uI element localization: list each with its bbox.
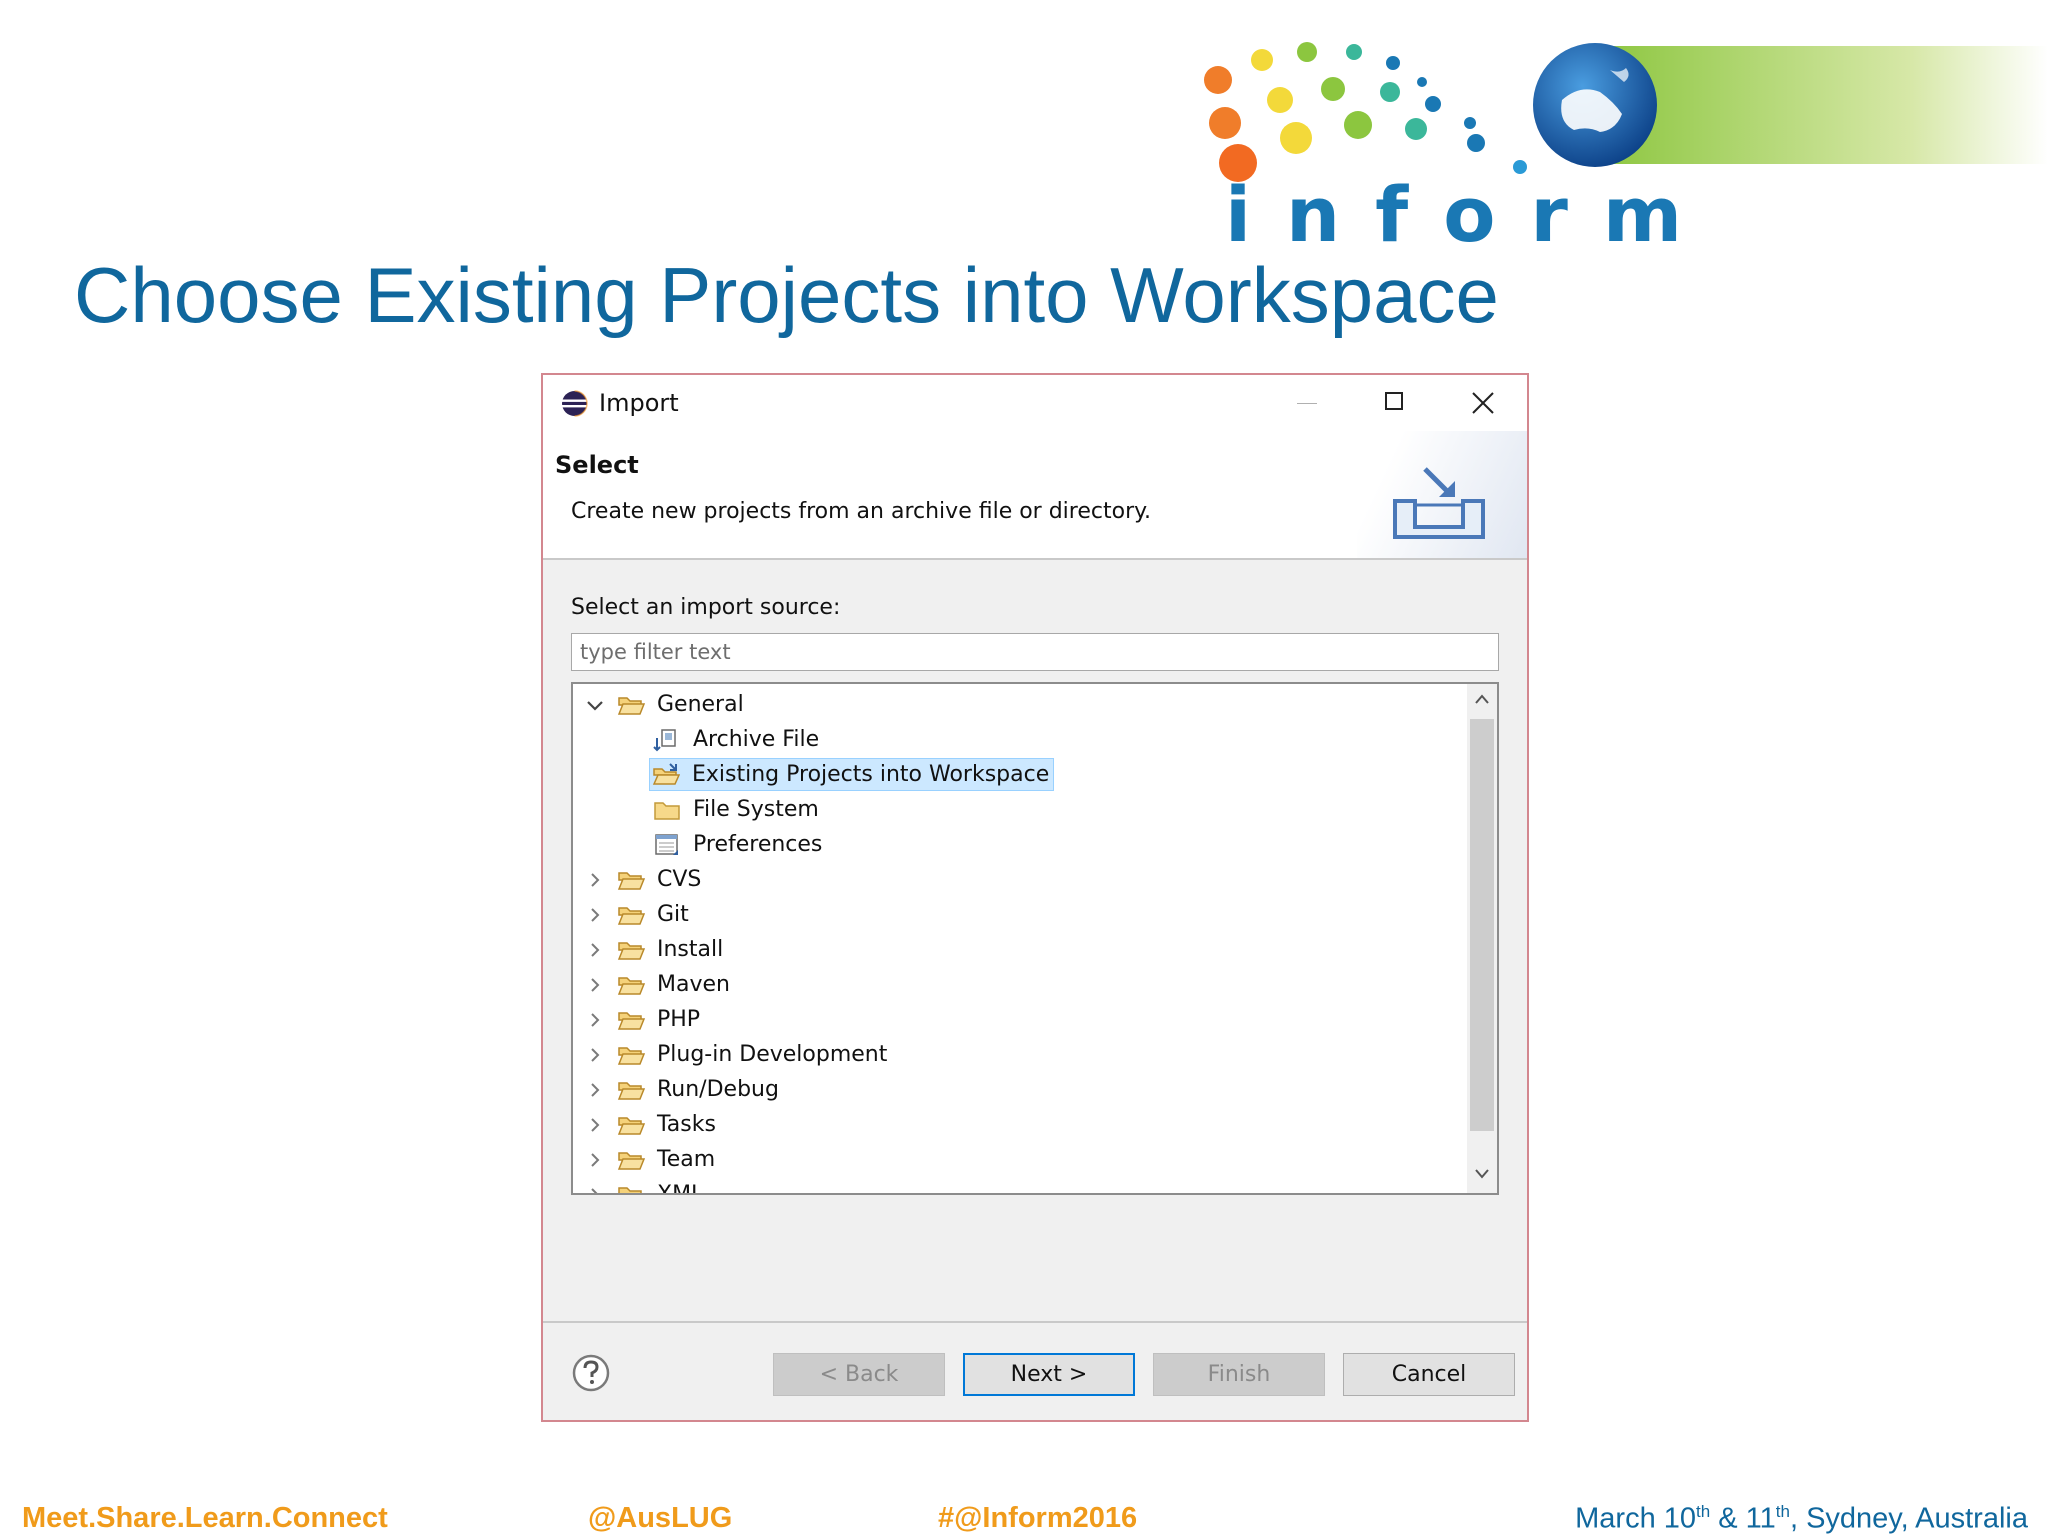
tree-item-cvs[interactable]: CVS <box>573 862 1463 897</box>
import-source-label: Select an import source: <box>571 595 841 620</box>
folder-open-icon <box>617 696 645 715</box>
tree-item-label: Install <box>657 937 724 962</box>
footer-handle: @AusLUG <box>588 1502 733 1534</box>
tree-item-label: Archive File <box>693 727 820 752</box>
chevron-right-icon[interactable] <box>585 1150 605 1170</box>
folder-open-icon <box>617 1046 645 1065</box>
tree-item-label: Tasks <box>657 1112 716 1137</box>
import-dialog: Import Select Create new projects from a… <box>541 373 1529 1422</box>
chevron-right-icon[interactable] <box>585 870 605 890</box>
scroll-thumb[interactable] <box>1470 719 1494 1131</box>
dialog-footer-separator <box>543 1321 1527 1323</box>
tree-item-label: Maven <box>657 972 730 997</box>
scroll-down-button[interactable] <box>1467 1159 1497 1193</box>
import-source-tree[interactable]: General Archive File Existing Projects int… <box>571 682 1499 1195</box>
tree-item-git[interactable]: Git <box>573 897 1463 932</box>
maximize-button[interactable] <box>1351 375 1439 431</box>
slide-title: Choose Existing Projects into Workspace <box>74 251 1499 339</box>
folder-open-icon <box>617 871 645 890</box>
chevron-up-icon <box>1475 694 1489 704</box>
folder-icon <box>654 801 680 820</box>
cancel-button[interactable]: Cancel <box>1343 1353 1515 1396</box>
chevron-right-icon[interactable] <box>585 905 605 925</box>
event-date-b: & 11 <box>1710 1502 1776 1535</box>
folder-open-icon <box>617 906 645 925</box>
tree-item-label: CVS <box>657 867 702 892</box>
event-date-a-suffix: th <box>1696 1502 1711 1521</box>
tree-item-archive-file[interactable]: Archive File <box>573 722 1463 757</box>
event-date-b-suffix: th <box>1775 1502 1790 1521</box>
tree-item-existing-projects-into-workspace[interactable]: Existing Projects into Workspace <box>573 757 1463 792</box>
tree-item-label: General <box>657 692 744 717</box>
chevron-right-icon[interactable] <box>585 1045 605 1065</box>
tree-item-label: Team <box>657 1147 716 1172</box>
dialog-banner: Select Create new projects from an archi… <box>543 431 1527 560</box>
preferences-icon <box>655 833 678 855</box>
tree-item-label: Run/Debug <box>657 1077 779 1102</box>
footer-tagline: Meet.Share.Learn.Connect <box>22 1502 388 1534</box>
tree-item-team[interactable]: Team <box>573 1142 1463 1177</box>
import-wizard-icon <box>1393 467 1485 539</box>
scroll-up-button[interactable] <box>1467 684 1497 718</box>
tree-item-php[interactable]: PHP <box>573 1002 1463 1037</box>
folder-open-icon <box>617 941 645 960</box>
close-icon <box>1472 392 1494 414</box>
folder-open-icon <box>617 1116 645 1135</box>
tree-item-label: Existing Projects into Workspace <box>692 762 1050 787</box>
archive-file-icon <box>653 728 676 751</box>
tree-item-file-system[interactable]: File System <box>573 792 1463 827</box>
tree-item-maven[interactable]: Maven <box>573 967 1463 1002</box>
event-date-a: March 10 <box>1575 1502 1697 1535</box>
tree-item-label: XML <box>657 1182 704 1195</box>
folder-open-icon <box>617 1011 645 1030</box>
tree-item-preferences[interactable]: Preferences <box>573 827 1463 862</box>
close-button[interactable] <box>1439 375 1527 431</box>
tree-item-xml[interactable]: XML <box>573 1177 1463 1196</box>
finish-button[interactable]: Finish <box>1153 1353 1325 1396</box>
footer-event-info: March 10th & 11th, Sydney, Australia <box>1575 1502 2028 1536</box>
existing-projects-icon <box>652 762 680 785</box>
tree-item-plug-in-development[interactable]: Plug-in Development <box>573 1037 1463 1072</box>
dialog-title: Import <box>599 389 679 417</box>
help-icon[interactable] <box>571 1353 611 1393</box>
tree-item-run-debug[interactable]: Run/Debug <box>573 1072 1463 1107</box>
tree-item-tasks[interactable]: Tasks <box>573 1107 1463 1142</box>
folder-open-icon <box>617 1151 645 1170</box>
next-button[interactable]: Next > <box>963 1353 1135 1396</box>
folder-open-icon <box>617 1081 645 1100</box>
selection-highlight: Existing Projects into Workspace <box>649 758 1055 791</box>
banner-title: Select <box>555 451 639 479</box>
chevron-right-icon[interactable] <box>585 1080 605 1100</box>
tree-item-label: PHP <box>657 1007 701 1032</box>
eclipse-icon <box>562 390 588 417</box>
inform-logo: inform <box>1190 30 2048 260</box>
back-button[interactable]: < Back <box>773 1353 945 1396</box>
filter-input[interactable] <box>571 633 1499 671</box>
chevron-right-icon[interactable] <box>585 975 605 995</box>
chevron-right-icon[interactable] <box>585 940 605 960</box>
footer-hashtag: #@Inform2016 <box>938 1502 1138 1534</box>
tree-item-label: Plug-in Development <box>657 1042 888 1067</box>
event-location: , Sydney, Australia <box>1789 1502 2028 1535</box>
banner-description: Create new projects from an archive file… <box>571 499 1151 524</box>
tree-item-install[interactable]: Install <box>573 932 1463 967</box>
chevron-down-icon <box>1475 1169 1489 1179</box>
chevron-down-icon[interactable] <box>585 695 605 715</box>
chevron-right-icon[interactable] <box>585 1185 605 1196</box>
tree-item-label: Git <box>657 902 689 927</box>
tree-item-general[interactable]: General <box>573 687 1463 722</box>
chevron-right-icon[interactable] <box>585 1010 605 1030</box>
logo-wordmark: inform <box>1225 170 1718 259</box>
tree-item-label: Preferences <box>693 832 823 857</box>
tree-list: General Archive File Existing Projects int… <box>573 687 1463 1196</box>
folder-open-icon <box>618 1186 645 1193</box>
tree-scrollbar[interactable] <box>1467 684 1497 1193</box>
tree-item-label: File System <box>693 797 819 822</box>
folder-open-icon <box>617 976 645 995</box>
minimize-button[interactable] <box>1263 375 1351 431</box>
chevron-right-icon[interactable] <box>585 1115 605 1135</box>
dialog-titlebar[interactable]: Import <box>543 375 1527 431</box>
